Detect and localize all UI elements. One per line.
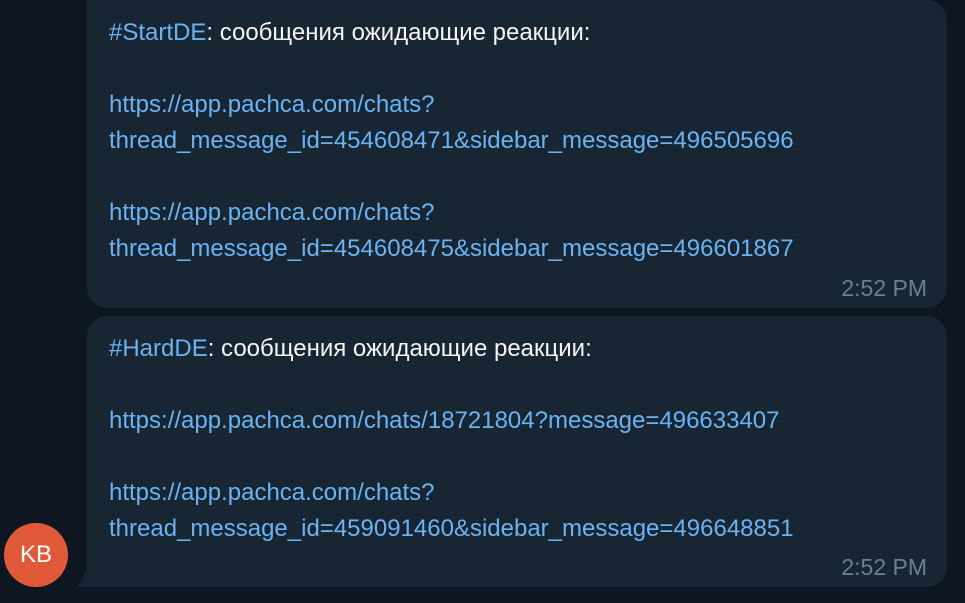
chat-history: #StartDE: сообщения ожидающие реакции: h… [0,0,965,603]
message-bubble[interactable]: #StartDE: сообщения ожидающие реакции: h… [87,0,947,308]
message-link[interactable]: https://app.pachca.com/chats/18721804?me… [109,403,925,439]
message-link[interactable]: https://app.pachca.com/chats? [109,195,925,231]
message-header: #HardDE: сообщения ожидающие реакции: [109,331,925,367]
hashtag-link[interactable]: #HardDE [109,335,208,362]
hashtag-link[interactable]: #StartDE [109,19,206,46]
bubble-tail [77,569,87,587]
message-bubble[interactable]: #HardDE: сообщения ожидающие реакции: ht… [87,316,947,587]
message-link-continued[interactable]: thread_message_id=454608475&sidebar_mess… [109,231,925,267]
message-link[interactable]: https://app.pachca.com/chats? [109,475,925,511]
message-link-continued[interactable]: thread_message_id=454608471&sidebar_mess… [109,123,925,159]
avatar[interactable]: KB [4,523,68,587]
message-header: #StartDE: сообщения ожидающие реакции: [109,15,925,51]
message-text: : сообщения ожидающие реакции: [206,19,591,46]
message-link-continued[interactable]: thread_message_id=459091460&sidebar_mess… [109,511,925,547]
message-timestamp: 2:52 PM [841,554,927,580]
message-text: : сообщения ожидающие реакции: [207,335,592,362]
message-link[interactable]: https://app.pachca.com/chats? [109,87,925,123]
avatar-initials: KB [19,541,52,568]
message-timestamp: 2:52 PM [841,275,927,301]
